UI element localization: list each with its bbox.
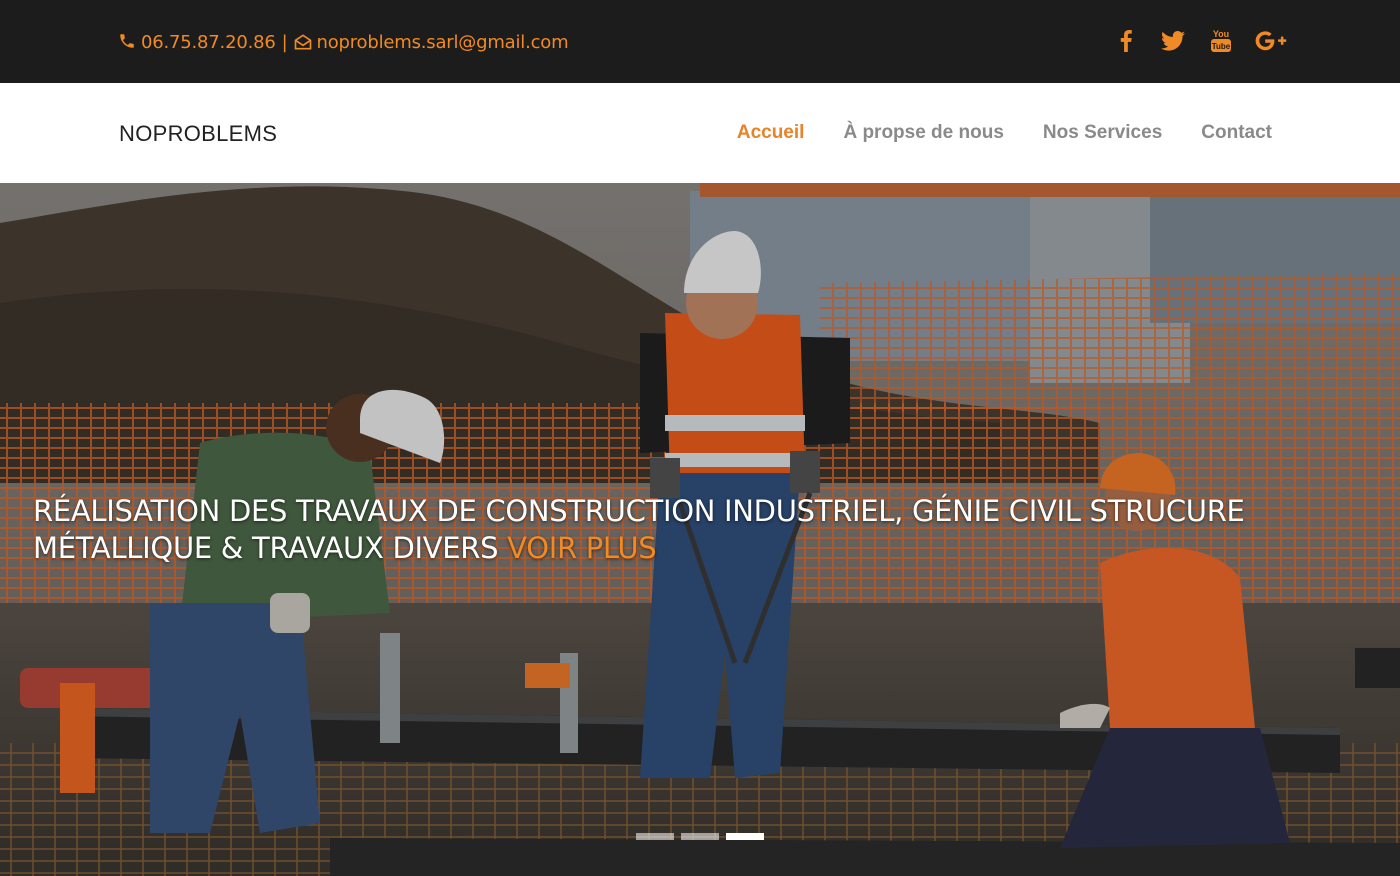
email-address[interactable]: noproblems.sarl@gmail.com xyxy=(316,32,568,53)
slide-indicator-2[interactable] xyxy=(681,833,719,840)
voir-plus-link[interactable]: VOIR PLUS xyxy=(507,531,657,565)
hero-caption: RÉALISATION DES TRAVAUX DE CONSTRUCTION … xyxy=(33,493,1363,567)
youtube-icon[interactable]: You Tube xyxy=(1206,26,1236,56)
svg-text:Tube: Tube xyxy=(1212,42,1231,51)
contact-separator: | xyxy=(281,31,288,53)
nav-item-contact[interactable]: Contact xyxy=(1201,122,1272,144)
google-plus-icon[interactable] xyxy=(1254,26,1288,56)
phone-icon xyxy=(118,32,138,52)
nav-item-accueil[interactable]: Accueil xyxy=(737,122,805,144)
svg-text:You: You xyxy=(1213,29,1229,39)
phone-number[interactable]: 06.75.87.20.86 xyxy=(141,32,276,53)
slide-indicator-3[interactable] xyxy=(726,833,764,840)
twitter-icon[interactable] xyxy=(1158,26,1188,56)
hero-slider: RÉALISATION DES TRAVAUX DE CONSTRUCTION … xyxy=(0,183,1400,876)
envelope-open-icon xyxy=(293,32,313,52)
brand-logo[interactable]: NOPROBLEMS xyxy=(119,121,277,147)
slide-indicator-1[interactable] xyxy=(636,833,674,840)
nav-item-services[interactable]: Nos Services xyxy=(1043,122,1162,144)
nav-item-a-propos[interactable]: À propse de nous xyxy=(843,122,1003,144)
slider-indicators xyxy=(636,833,764,840)
top-bar: 06.75.87.20.86 | noproblems.sarl@gmail.c… xyxy=(0,0,1400,83)
main-menu: Accueil À propse de nous Nos Services Co… xyxy=(698,122,1272,144)
contact-info: 06.75.87.20.86 | noproblems.sarl@gmail.c… xyxy=(118,29,569,55)
social-links: You Tube xyxy=(1111,26,1288,56)
main-navbar: NOPROBLEMS Accueil À propse de nous Nos … xyxy=(0,83,1400,183)
facebook-icon[interactable] xyxy=(1111,26,1141,56)
